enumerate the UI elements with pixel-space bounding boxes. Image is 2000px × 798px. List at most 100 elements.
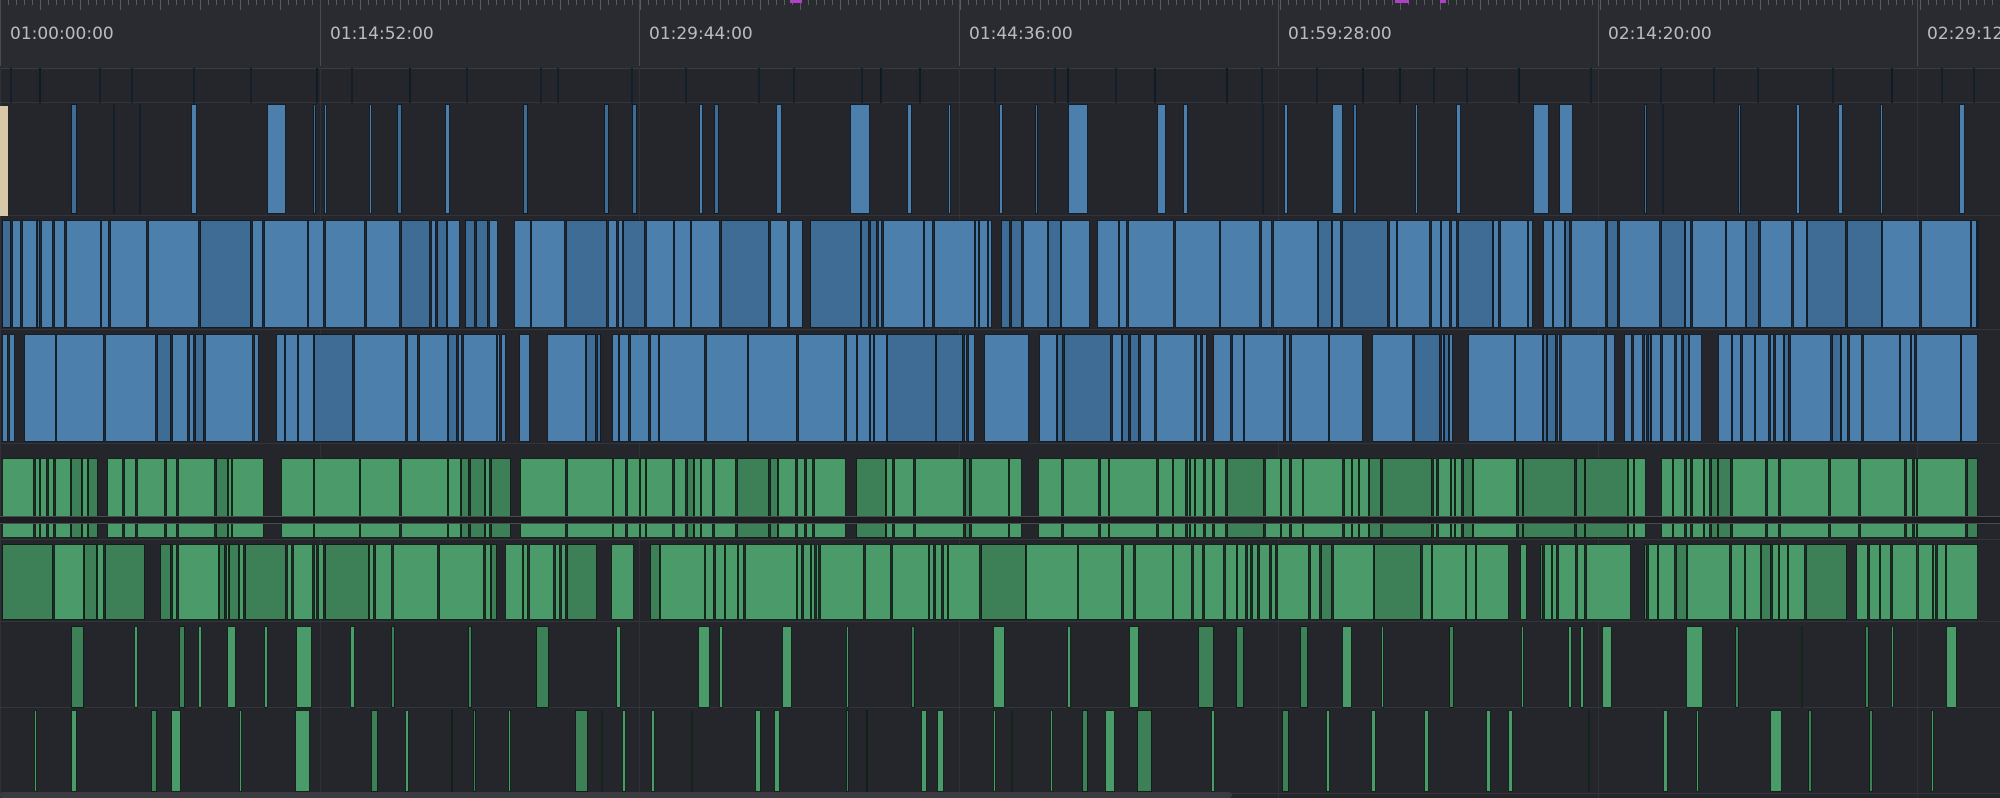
- timeline-clip[interactable]: [967, 334, 975, 442]
- timeline-clip[interactable]: [1807, 220, 1847, 328]
- timeline-clip[interactable]: [1034, 104, 1039, 214]
- timeline-clip[interactable]: [1341, 220, 1389, 328]
- timeline-clip[interactable]: [518, 334, 531, 442]
- timeline-clip[interactable]: [1457, 220, 1493, 328]
- timeline-clip[interactable]: [267, 104, 286, 214]
- timeline-clip[interactable]: [1859, 458, 1906, 538]
- timeline-clip[interactable]: [287, 544, 293, 620]
- timeline-clip[interactable]: [1197, 626, 1214, 708]
- timeline-clip[interactable]: [313, 544, 318, 620]
- timeline-clip[interactable]: [1841, 334, 1848, 442]
- timeline-clip[interactable]: [1539, 544, 1543, 620]
- timeline-clip[interactable]: [802, 544, 811, 620]
- timeline-clip[interactable]: [1067, 68, 1070, 103]
- timeline-clip[interactable]: [113, 104, 116, 214]
- timeline-clip[interactable]: [1660, 458, 1673, 538]
- timeline-clip[interactable]: [1333, 544, 1374, 620]
- timeline-clip[interactable]: [1663, 710, 1669, 792]
- timeline-clip[interactable]: [619, 334, 630, 442]
- timeline-clip[interactable]: [1122, 544, 1134, 620]
- timeline-clip[interactable]: [1619, 220, 1661, 328]
- timeline-clip[interactable]: [1303, 458, 1343, 538]
- timeline-clip[interactable]: [745, 544, 797, 620]
- timeline-clip[interactable]: [1220, 220, 1261, 328]
- timeline-clip[interactable]: [1173, 458, 1186, 538]
- timeline-clip[interactable]: [70, 710, 77, 792]
- timeline-clip[interactable]: [613, 458, 627, 538]
- timeline-clip[interactable]: [1687, 544, 1731, 620]
- timeline-clip[interactable]: [239, 710, 242, 792]
- timeline-clip[interactable]: [856, 458, 886, 538]
- timeline-clip[interactable]: [1651, 334, 1662, 442]
- timeline-clip[interactable]: [1432, 544, 1466, 620]
- timeline-clip[interactable]: [646, 458, 674, 538]
- timeline-clip[interactable]: [1468, 334, 1515, 442]
- timeline-clip[interactable]: [1155, 334, 1196, 442]
- timeline-clip[interactable]: [371, 710, 379, 792]
- timeline-clip[interactable]: [172, 544, 178, 620]
- timeline-clip[interactable]: [1624, 334, 1633, 442]
- timeline-clip[interactable]: [864, 544, 891, 620]
- timeline-clip[interactable]: [1370, 710, 1376, 792]
- timeline-clip[interactable]: [1830, 458, 1859, 538]
- timeline-clip[interactable]: [1260, 220, 1273, 328]
- timeline-clip[interactable]: [215, 458, 228, 538]
- timeline-clip[interactable]: [1369, 458, 1382, 538]
- timeline-clip[interactable]: [1247, 544, 1252, 620]
- timeline-clip[interactable]: [71, 458, 82, 538]
- timeline-clip[interactable]: [1066, 626, 1072, 708]
- timeline-clip[interactable]: [631, 68, 634, 103]
- timeline-clip[interactable]: [797, 334, 846, 442]
- timeline-clip[interactable]: [964, 458, 971, 538]
- timeline-clip[interactable]: [1796, 104, 1801, 214]
- timeline-clip[interactable]: [351, 68, 354, 103]
- timeline-clip[interactable]: [1413, 334, 1441, 442]
- timeline-clip[interactable]: [1543, 220, 1553, 328]
- timeline-marker[interactable]: [1440, 0, 1446, 3]
- timeline-clip[interactable]: [1053, 68, 1056, 103]
- timeline-clip[interactable]: [160, 544, 172, 620]
- timeline-clip[interactable]: [1192, 544, 1203, 620]
- timeline-clip[interactable]: [40, 458, 48, 538]
- timeline-clip[interactable]: [1284, 104, 1289, 214]
- timeline-clip[interactable]: [649, 544, 660, 620]
- timeline-clip[interactable]: [1485, 710, 1491, 792]
- timeline-clip[interactable]: [314, 334, 354, 442]
- timeline-clip[interactable]: [1556, 334, 1560, 442]
- timeline-clip[interactable]: [190, 104, 197, 214]
- timeline-clip[interactable]: [1675, 544, 1687, 620]
- timeline-clip[interactable]: [705, 544, 714, 620]
- timeline-clip[interactable]: [1437, 458, 1451, 538]
- timeline-clip[interactable]: [774, 710, 781, 792]
- timeline-clip[interactable]: [1547, 334, 1556, 442]
- timeline-clip[interactable]: [489, 220, 499, 328]
- timeline-clip[interactable]: [84, 544, 97, 620]
- timeline-clip[interactable]: [640, 458, 646, 538]
- timeline-clip[interactable]: [607, 220, 617, 328]
- timeline-clip[interactable]: [228, 458, 232, 538]
- timeline-clip[interactable]: [1063, 334, 1112, 442]
- timeline-clip[interactable]: [1673, 458, 1686, 538]
- timeline-clip[interactable]: [1318, 220, 1332, 328]
- timeline-clip[interactable]: [1523, 458, 1576, 538]
- timeline-clip[interactable]: [1779, 458, 1830, 538]
- timeline-clip[interactable]: [1374, 544, 1422, 620]
- timeline-clip[interactable]: [1528, 220, 1533, 328]
- timeline-clip[interactable]: [1212, 334, 1231, 442]
- timeline-clip[interactable]: [316, 68, 319, 103]
- video-track[interactable]: [0, 104, 2000, 216]
- timeline-clip[interactable]: [1127, 220, 1175, 328]
- timeline-clip[interactable]: [448, 458, 461, 538]
- timeline-clip[interactable]: [198, 626, 202, 708]
- timeline-clip[interactable]: [392, 544, 439, 620]
- timeline-clip[interactable]: [285, 334, 298, 442]
- timeline-clip[interactable]: [177, 458, 216, 538]
- timeline-clip[interactable]: [1792, 220, 1807, 328]
- timeline-clip[interactable]: [1270, 544, 1276, 620]
- audio-track[interactable]: [0, 542, 2000, 622]
- timeline-clip[interactable]: [560, 544, 567, 620]
- timeline-clip[interactable]: [1936, 544, 1946, 620]
- timeline-clip[interactable]: [101, 220, 110, 328]
- timeline-clip[interactable]: [147, 220, 200, 328]
- timeline-clip[interactable]: [769, 220, 788, 328]
